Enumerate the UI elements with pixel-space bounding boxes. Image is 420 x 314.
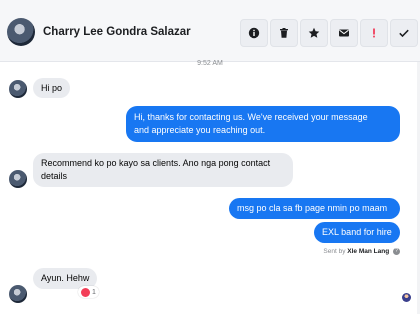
star-icon [308,27,320,38]
outgoing-message[interactable]: EXL band for hire [314,222,400,243]
contact-avatar[interactable] [7,18,35,46]
trash-icon [280,28,288,38]
outgoing-message[interactable]: Hi, thanks for contacting us. We've rece… [126,106,400,142]
mark-unread-button[interactable] [330,19,358,47]
check-icon [399,29,409,38]
seen-avatar [402,293,411,302]
delete-button[interactable] [270,19,298,47]
spam-button[interactable] [360,19,388,47]
contact-avatar-small [9,170,27,188]
outgoing-message[interactable]: msg po cla sa fb page nmin po maam [229,198,400,219]
contact-name[interactable]: Charry Lee Gondra Salazar [43,26,191,38]
info-button[interactable] [240,19,268,47]
contact-avatar-small [9,285,27,303]
done-button[interactable] [390,19,418,47]
sent-by-label: Sent by Xle Man Lang ? [323,248,400,255]
message-line: Recommend ko po kayo sa clients. Ano nga… [41,158,271,168]
conversation-header: Charry Lee Gondra Salazar [0,0,420,62]
reaction-count: 1 [92,288,96,296]
header-actions [240,19,418,47]
sent-by-name[interactable]: Xle Man Lang [347,248,389,255]
star-button[interactable] [300,19,328,47]
incoming-message[interactable]: Recommend ko po kayo sa clients. Ano nga… [33,153,293,187]
incoming-message[interactable]: Hi po [33,78,71,98]
sent-by-prefix: Sent by [323,248,346,256]
reaction-badge[interactable]: 1 [78,286,99,298]
spam-icon [373,28,375,38]
message-line: and appreciate you reaching out. [134,125,266,135]
heart-icon [81,287,90,297]
message-line: Hi, thanks for contacting us. We've rece… [134,112,368,122]
message-timestamp: 9:52 AM [197,60,223,67]
mail-icon [339,29,349,37]
contact-avatar-small [9,80,27,98]
message-line: details [41,171,68,181]
info-icon [248,27,260,39]
help-icon[interactable]: ? [393,248,400,255]
